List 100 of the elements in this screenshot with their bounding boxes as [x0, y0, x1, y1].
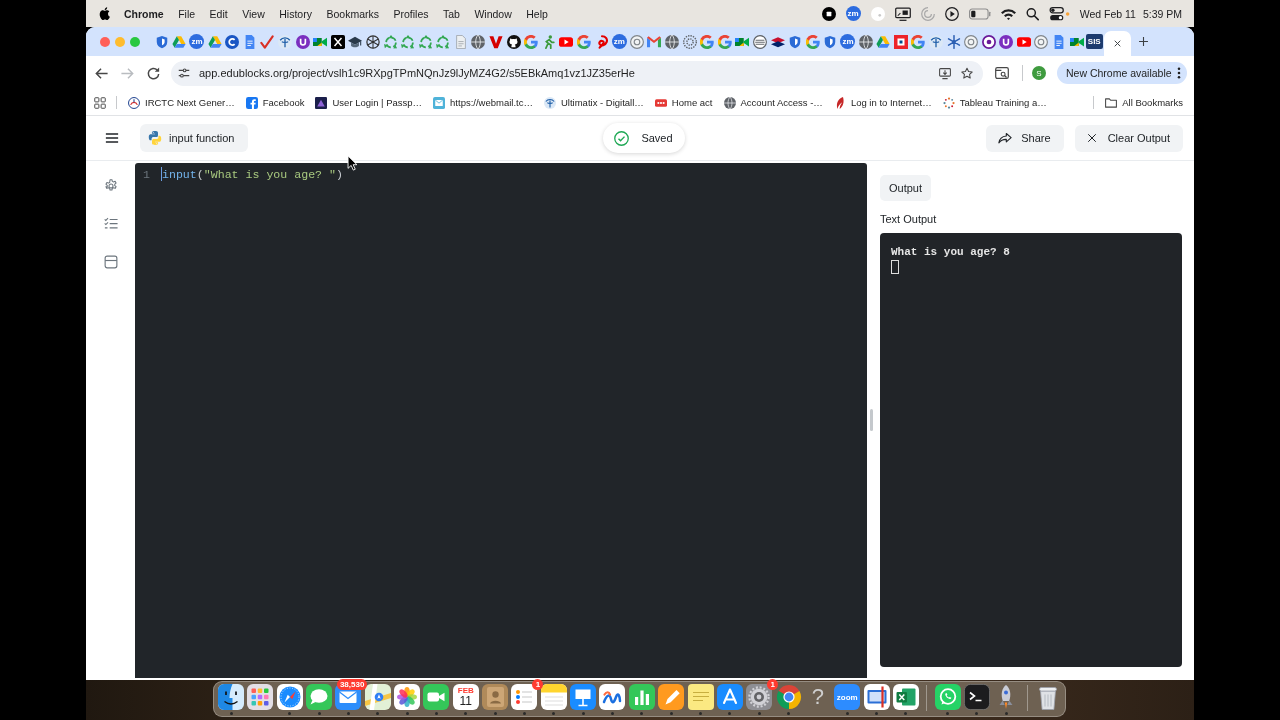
shield-icon[interactable] [823, 34, 838, 49]
question-mark-icon[interactable]: ? [804, 684, 831, 710]
triangle-logo-icon[interactable] [876, 34, 891, 49]
share-button[interactable]: Share [986, 124, 1064, 152]
clear-output-button[interactable]: Clear Output [1074, 124, 1183, 152]
menu-bar-time[interactable]: 5:39 PM [1142, 7, 1182, 20]
settings-icon[interactable] [103, 179, 118, 193]
checklist-icon[interactable] [103, 217, 118, 231]
output-tab[interactable]: Output [880, 175, 932, 201]
dotted-circle-icon[interactable] [682, 34, 697, 49]
compass-icon[interactable] [276, 684, 303, 710]
flag-stripes-icon[interactable] [770, 34, 785, 49]
video-camera-icon[interactable] [423, 684, 450, 710]
search-icon[interactable] [1025, 6, 1039, 21]
menu-item[interactable]: Bookmarks [326, 7, 379, 20]
menu-item[interactable]: Profiles [393, 7, 429, 20]
circle-logo-icon[interactable] [225, 34, 240, 49]
triangle-logo-icon[interactable] [172, 34, 187, 49]
play-button-icon[interactable] [559, 34, 574, 49]
phone-bubble-icon[interactable] [934, 684, 961, 710]
menu-item[interactable]: File [178, 7, 196, 20]
display-icon[interactable] [894, 6, 911, 21]
update-button[interactable]: New Chrome available [1057, 62, 1187, 84]
g-logo-icon[interactable] [717, 34, 732, 49]
logo-badge-icon[interactable]: zm [189, 34, 205, 49]
back-arrow-icon[interactable] [94, 65, 109, 81]
squiggle-icon[interactable] [599, 684, 626, 710]
shield-icon[interactable] [154, 34, 169, 49]
envelope-icon[interactable] [647, 34, 662, 49]
app-grid-icon[interactable] [247, 684, 274, 710]
notepad-icon[interactable] [540, 684, 567, 710]
chat-bubble-icon[interactable] [306, 684, 333, 710]
tab-search-icon[interactable] [995, 66, 1009, 80]
snowflake-icon[interactable] [946, 34, 961, 49]
profile-avatar[interactable]: S [1032, 66, 1046, 80]
round-logo-icon[interactable] [999, 34, 1014, 49]
ring-logo-icon[interactable] [981, 34, 996, 49]
emblem-icon[interactable] [928, 34, 943, 49]
bookmark-link[interactable]: IRCTC Next Gener… [128, 96, 235, 109]
browser-logo-icon[interactable] [775, 684, 802, 710]
toggle-switches-icon[interactable] [1048, 6, 1070, 21]
bookmark-link[interactable]: Log in to Internet… [833, 96, 932, 109]
menu-item[interactable]: Window [474, 7, 512, 20]
pen-icon[interactable] [658, 684, 685, 710]
g-logo-icon[interactable] [805, 34, 820, 49]
sliders-icon[interactable] [178, 67, 190, 79]
window-tile-icon[interactable] [863, 684, 890, 710]
g-logo-icon[interactable] [577, 34, 592, 49]
bar-chart-icon[interactable] [628, 684, 655, 710]
record-stop-icon[interactable] [821, 6, 836, 21]
wifi-icon[interactable] [1000, 6, 1016, 21]
menu-item[interactable]: Tab [443, 7, 460, 20]
menu-item[interactable]: Chrome [124, 7, 164, 20]
logo-badge-icon[interactable]: zm [611, 34, 627, 49]
monitor-download-icon[interactable] [939, 66, 951, 80]
g-logo-icon[interactable] [911, 34, 926, 49]
app-store-icon[interactable] [716, 684, 743, 710]
ring-icon[interactable] [1034, 34, 1049, 49]
bookmark-link[interactable]: User Login | Passp… [315, 96, 423, 109]
grid-icon[interactable] [94, 96, 106, 109]
star-icon[interactable] [961, 66, 973, 80]
menu-bar-date[interactable]: Wed Feb 11 [1079, 7, 1136, 20]
tick-icon[interactable] [260, 34, 275, 49]
menu-item[interactable]: History [279, 7, 312, 20]
flower-icon[interactable] [394, 684, 421, 710]
apple-logo-icon[interactable] [99, 7, 110, 20]
envelope-icon[interactable] [335, 684, 362, 710]
smiling-tile-icon[interactable] [218, 684, 244, 710]
logo-badge-icon[interactable]: zm [845, 6, 861, 21]
code-editor[interactable]: 1 input("What is you age? ") [135, 163, 867, 678]
sticky-note-icon[interactable] [687, 684, 714, 710]
address-bar[interactable]: app.edublocks.org/project/vslh1c9RXpgTPmNQnJz9lJyMZ4G2/s5EBkAmq1vz1JZ35erHe [171, 60, 983, 86]
list-icon[interactable] [511, 684, 538, 710]
menu-item[interactable]: Help [526, 7, 548, 20]
all-bookmarks-link[interactable]: All Bookmarks [1105, 96, 1183, 109]
knot-logo-icon[interactable] [365, 34, 380, 49]
bookmark-link[interactable]: Facebook [245, 96, 305, 109]
resize-handle[interactable] [870, 409, 873, 431]
shield-icon[interactable] [788, 34, 803, 49]
play-button-icon[interactable] [1016, 34, 1031, 49]
menu-item[interactable]: Edit [209, 7, 228, 20]
menu-item[interactable]: View [242, 7, 265, 20]
bookmark-link[interactable]: Home act [654, 96, 713, 109]
emblem-icon[interactable] [277, 34, 292, 49]
bookmark-link[interactable]: Account Access -… [723, 96, 823, 109]
box-icon[interactable] [103, 255, 118, 269]
bookmark-link[interactable]: Tableau Training a… [942, 96, 1047, 109]
terminal-icon[interactable] [963, 684, 990, 710]
globe-icon[interactable] [858, 34, 873, 49]
ring-icon[interactable] [629, 34, 644, 49]
bookmark-link[interactable]: Ultimatix - Digitall… [543, 96, 644, 109]
globe-icon[interactable] [665, 34, 679, 49]
square-logo-icon[interactable] [893, 34, 908, 49]
round-logo-icon[interactable] [295, 34, 310, 49]
presentation-icon[interactable] [570, 684, 597, 710]
g-logo-icon[interactable] [700, 34, 715, 49]
battery-icon[interactable] [968, 6, 991, 21]
address-book-icon[interactable] [482, 684, 509, 710]
logo-tile-icon[interactable]: SIS [1085, 34, 1103, 49]
close-icon[interactable] [1113, 39, 1123, 48]
